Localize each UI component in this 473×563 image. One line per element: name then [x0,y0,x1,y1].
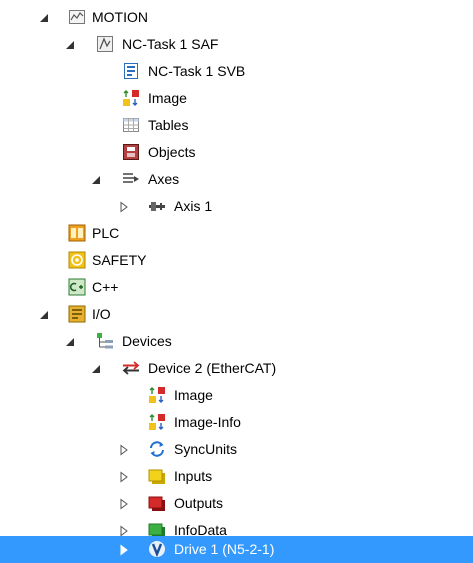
image-icon [149,387,165,403]
tree-item-label: PLC [92,225,120,241]
tree-item-objects[interactable]: Objects [0,139,473,166]
devices-icon [97,333,113,349]
tree-item-drive-1[interactable]: Drive 1 (N5-2-1) [0,536,473,563]
tree-item-cpp[interactable]: C++ [0,274,473,301]
tree-item-label: Outputs [174,495,224,511]
collapse-arrow-icon[interactable] [38,309,50,321]
axes-icon [123,173,139,183]
tree-item-axis-1[interactable]: Axis 1 [0,193,473,220]
expand-arrow-icon[interactable] [118,444,130,456]
collapse-arrow-icon[interactable] [64,39,76,51]
objects-icon [123,144,139,160]
tree-item-label: Devices [122,333,172,349]
solution-tree: MOTION NC-Task 1 SAF NC-Task 1 SVB Image [0,0,473,563]
tree-item-label: Image-Info [174,414,241,430]
tree-item-label: Inputs [174,468,213,484]
expand-arrow-icon[interactable] [118,201,130,213]
tree-item-image-info[interactable]: Image-Info [0,409,473,436]
plc-icon [68,224,86,242]
expand-arrow-icon[interactable] [118,544,130,556]
tree-item-label: Drive 1 (N5-2-1) [174,541,275,557]
inputs-icon [148,469,165,484]
tree-item-label: NC-Task 1 SVB [148,63,246,79]
tree-item-label: Tables [148,117,189,133]
tree-item-tables[interactable]: Tables [0,112,473,139]
io-icon [68,305,86,323]
sync-icon [150,441,164,457]
expand-arrow-icon[interactable] [118,498,130,510]
tree-item-label: SyncUnits [174,441,238,457]
collapse-arrow-icon[interactable] [90,363,102,375]
cpp-icon [68,278,86,296]
expand-arrow-icon[interactable] [118,471,130,483]
tree-item-image[interactable]: Image [0,85,473,112]
tree-item-io[interactable]: I/O [0,301,473,328]
tree-item-label: Axes [148,171,180,187]
tree-item-axes[interactable]: Axes [0,166,473,193]
nc-task-icon [97,36,113,52]
tree-item-label: MOTION [92,9,148,25]
tree-item-label: Image [174,387,213,403]
tree-item-label: NC-Task 1 SAF [122,36,219,52]
tree-item-device-2[interactable]: Device 2 (EtherCAT) [0,355,473,382]
tree-item-syncunits[interactable]: SyncUnits [0,436,473,463]
tree-item-safety[interactable]: SAFETY [0,247,473,274]
ethercat-icon [122,361,140,375]
tree-item-device-image[interactable]: Image [0,382,473,409]
tree-item-label: I/O [92,306,111,322]
tree-item-inputs[interactable]: Inputs [0,463,473,490]
collapse-arrow-icon[interactable] [90,174,102,186]
tree-item-nc-task-svb[interactable]: NC-Task 1 SVB [0,58,473,85]
motion-icon [69,10,85,24]
tree-item-label: C++ [92,279,119,295]
collapse-arrow-icon[interactable] [64,336,76,348]
tree-item-label: Axis 1 [174,198,213,214]
tree-item-outputs[interactable]: Outputs [0,490,473,517]
tree-item-label: Device 2 (EtherCAT) [148,360,277,376]
drive-icon [149,541,165,558]
tree-item-devices[interactable]: Devices [0,328,473,355]
outputs-icon [148,496,165,511]
tree-item-label: SAFETY [92,252,147,268]
safety-icon [68,251,86,269]
collapse-arrow-icon[interactable] [38,12,50,24]
axis-icon [149,202,165,211]
svb-icon [124,63,138,79]
image-info-icon [149,414,165,430]
tree-item-label: Image [148,90,187,106]
tree-item-nc-task[interactable]: NC-Task 1 SAF [0,31,473,58]
tree-item-motion[interactable]: MOTION [0,4,473,31]
tables-icon [123,118,139,132]
tree-item-plc[interactable]: PLC [0,220,473,247]
tree-item-label: Objects [148,144,196,160]
image-icon [123,90,139,106]
